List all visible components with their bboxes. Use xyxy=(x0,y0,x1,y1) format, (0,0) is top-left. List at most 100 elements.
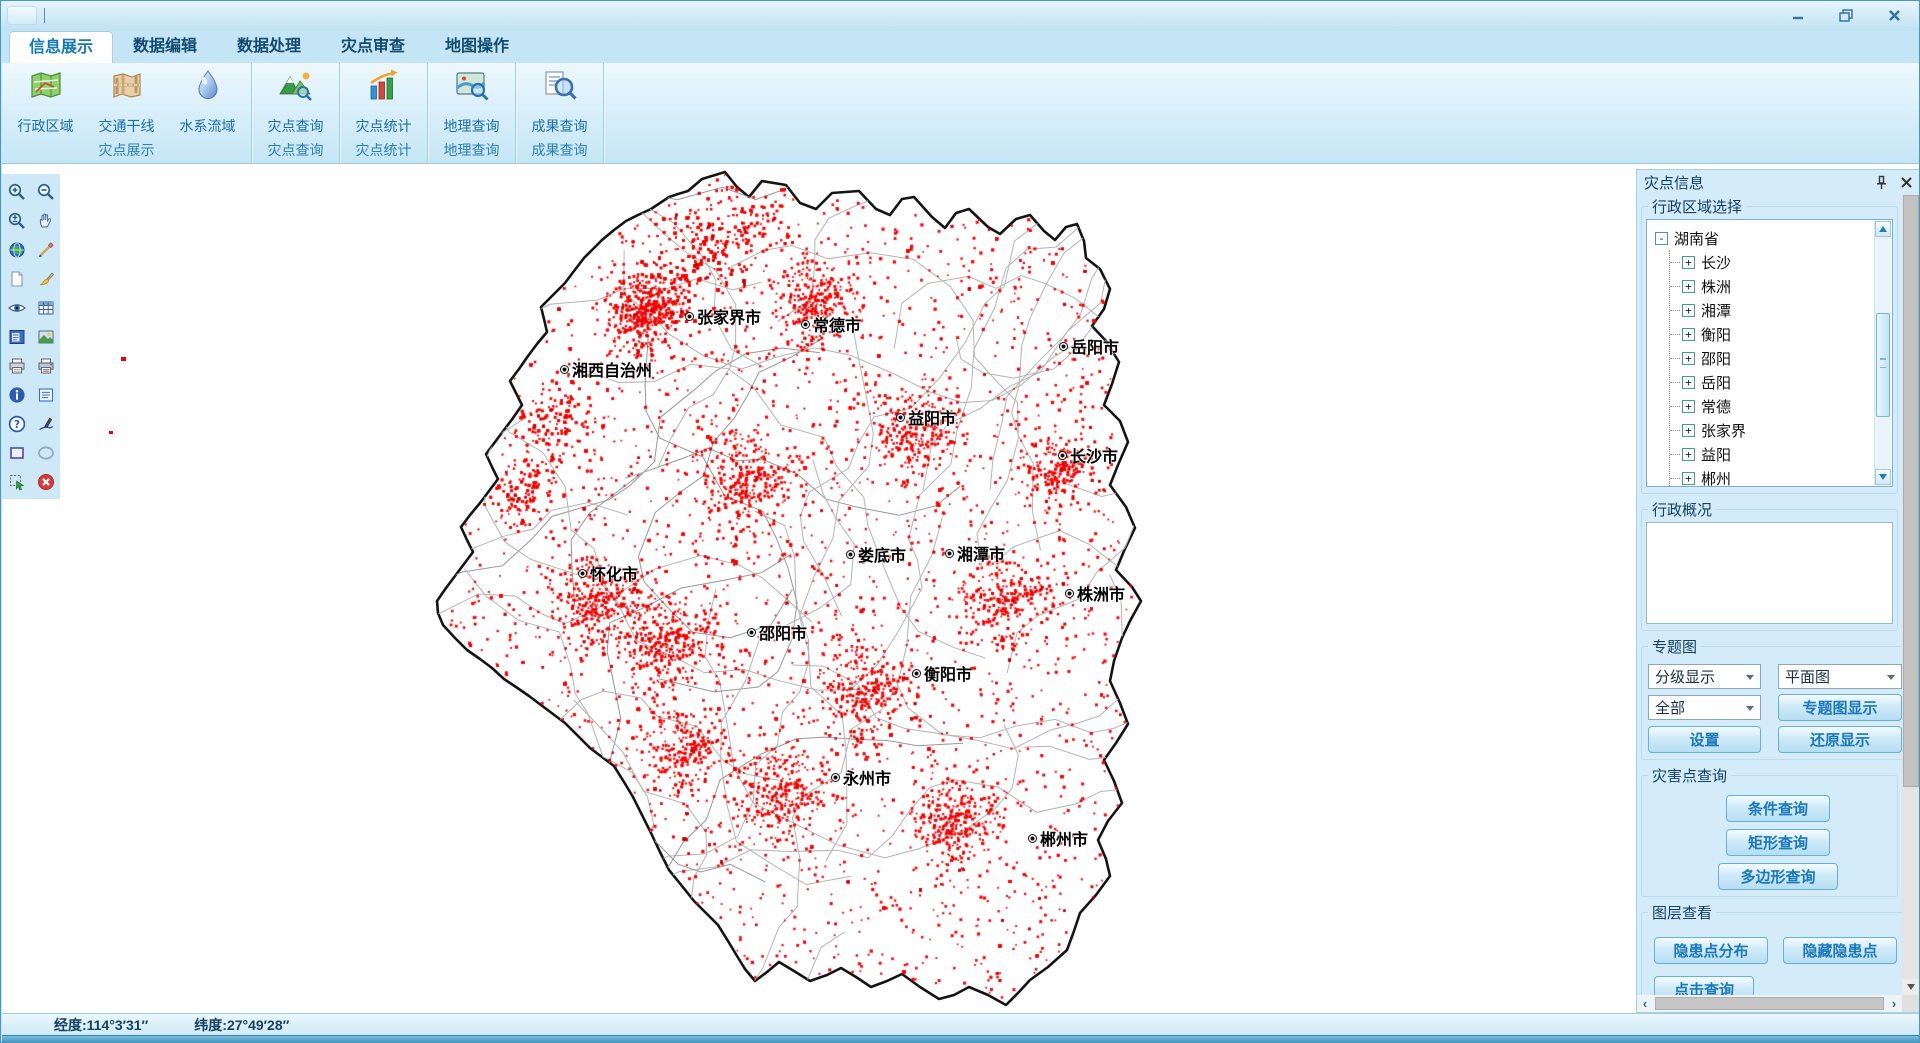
overview-textarea[interactable] xyxy=(1646,522,1893,624)
map-canvas[interactable]: 张家界市常德市岳阳市湘西自治州益阳市长沙市娄底市湘潭市怀化市株洲市邵阳市衡阳市永… xyxy=(432,169,1147,1011)
scroll-down-button[interactable] xyxy=(1902,979,1920,995)
expand-icon[interactable]: + xyxy=(1682,424,1695,437)
preview-eye-button[interactable] xyxy=(2,293,31,322)
zoom-out-button[interactable] xyxy=(31,177,60,206)
traffic-line-button[interactable]: 交通干线 xyxy=(86,63,167,139)
attribute-table-button[interactable] xyxy=(31,293,60,322)
expand-icon[interactable]: + xyxy=(1682,472,1695,485)
clear-brush-button[interactable] xyxy=(31,264,60,293)
condition-query-button[interactable]: 条件查询 xyxy=(1726,795,1830,822)
tree-node-city[interactable]: +益阳 xyxy=(1670,442,1888,466)
scroll-thumb[interactable] xyxy=(1903,195,1919,787)
tab-data-process[interactable]: 数据处理 xyxy=(217,31,321,63)
expand-icon[interactable]: + xyxy=(1682,304,1695,317)
close-toolbar-button[interactable] xyxy=(31,467,60,496)
overview-groupbox: 行政概况 xyxy=(1641,499,1898,631)
blank-page-button[interactable] xyxy=(2,264,31,293)
tree-node-city[interactable]: + 株洲 xyxy=(1670,274,1888,298)
expand-icon[interactable]: + xyxy=(1682,328,1695,341)
thematic-show-button[interactable]: 专题图显示 xyxy=(1778,694,1902,721)
tab-data-edit[interactable]: 数据编辑 xyxy=(113,31,217,63)
city-marker-icon xyxy=(831,773,840,782)
expand-icon[interactable]: + xyxy=(1682,256,1695,269)
tab-disaster-review[interactable]: 灾点审查 xyxy=(321,31,425,63)
scroll-thumb[interactable] xyxy=(1876,313,1890,417)
expand-icon[interactable]: + xyxy=(1682,448,1695,461)
collapse-icon[interactable]: - xyxy=(1655,232,1668,245)
city-name: 湘潭市 xyxy=(957,541,1005,565)
tree-node-root[interactable]: -湖南省 xyxy=(1655,226,1888,250)
admin-region-button[interactable]: 行政区域 xyxy=(5,63,86,139)
ribbon-group-caption: 灾点展示 xyxy=(5,141,248,163)
rectangle-query-button[interactable]: 矩形查询 xyxy=(1726,829,1830,856)
ribbon-group-caption: 灾点查询 xyxy=(255,141,336,163)
pin-icon[interactable] xyxy=(1874,175,1889,190)
expand-icon[interactable]: + xyxy=(1682,280,1695,293)
tree-node-city[interactable]: +长沙 xyxy=(1670,250,1888,274)
category-select[interactable]: 全部 xyxy=(1648,695,1761,720)
zoom-extent-button[interactable] xyxy=(2,206,31,235)
print-button[interactable] xyxy=(2,351,31,380)
hide-hazard-button[interactable]: 隐藏隐患点 xyxy=(1783,937,1897,964)
polygon-query-button[interactable]: 多边形查询 xyxy=(1718,863,1838,890)
close-button[interactable] xyxy=(1877,4,1911,26)
panel-horizontal-scrollbar[interactable]: ‹ › xyxy=(1637,995,1902,1012)
tree-scrollbar[interactable] xyxy=(1874,221,1891,485)
tree-connector xyxy=(1670,478,1680,479)
region-tree-box: -湖南省+长沙+株洲+湘潭+衡阳+邵阳+岳阳+常德+张家界+益阳+郴州 xyxy=(1646,219,1893,487)
expand-icon[interactable]: + xyxy=(1682,400,1695,413)
tab-info-display[interactable]: 信息展示 xyxy=(9,31,113,63)
print-color-button[interactable] xyxy=(31,351,60,380)
tree-node-label: 株洲 xyxy=(1701,276,1731,297)
city-marker-icon xyxy=(846,550,855,559)
scroll-right-button[interactable]: › xyxy=(1886,996,1902,1011)
geo-query-button[interactable]: 地理查询 xyxy=(431,63,512,139)
map-image-button[interactable] xyxy=(31,322,60,351)
minimize-button[interactable] xyxy=(1781,4,1815,26)
scroll-thumb[interactable] xyxy=(1655,997,1884,1010)
map-area: ? 张家界市常德市岳阳市湘西自治州益阳市长沙市娄底市湘潭市怀化市株洲市邵阳市衡阳… xyxy=(2,164,1920,1013)
scroll-up-button[interactable] xyxy=(1875,221,1891,237)
hazard-distribution-button[interactable]: 隐患点分布 xyxy=(1654,937,1768,964)
expand-icon[interactable]: + xyxy=(1682,376,1695,389)
city-label: 益阳市 xyxy=(896,405,956,429)
select-feature-button[interactable] xyxy=(2,467,31,496)
water-system-button[interactable]: 水系流域 xyxy=(167,63,248,139)
pan-hand-button[interactable] xyxy=(31,206,60,235)
restore-display-button[interactable]: 还原显示 xyxy=(1778,726,1902,753)
expand-icon[interactable]: + xyxy=(1682,352,1695,365)
tree-node-city[interactable]: +岳阳 xyxy=(1670,370,1888,394)
result-query-button[interactable]: 成果查询 xyxy=(519,63,600,139)
measure-line-button[interactable] xyxy=(31,235,60,264)
disaster-query-button[interactable]: 灾点查询 xyxy=(255,63,336,139)
disaster-stats-button[interactable]: 灾点统计 xyxy=(343,63,424,139)
quick-access-button[interactable] xyxy=(7,6,37,25)
zoom-in-button[interactable] xyxy=(2,177,31,206)
sketch-pen-button[interactable] xyxy=(31,409,60,438)
ribbon-group-geo-query: 地理查询 地理查询 xyxy=(428,63,516,163)
select-rectangle-button[interactable] xyxy=(2,438,31,467)
tree-node-city[interactable]: +张家界 xyxy=(1670,418,1888,442)
tree-node-city[interactable]: +湘潭 xyxy=(1670,298,1888,322)
map-type-select[interactable]: 平面图 xyxy=(1778,664,1902,689)
settings-button[interactable]: 设置 xyxy=(1648,726,1761,753)
help-button[interactable]: ? xyxy=(2,409,31,438)
select-ellipse-button[interactable] xyxy=(31,438,60,467)
tree-node-city[interactable]: +郴州 xyxy=(1670,466,1888,487)
restore-button[interactable] xyxy=(1829,4,1863,26)
full-extent-globe-button[interactable] xyxy=(2,235,31,264)
document-list-button[interactable] xyxy=(31,380,60,409)
scroll-down-button[interactable] xyxy=(1875,469,1891,485)
tree-node-city[interactable]: +邵阳 xyxy=(1670,346,1888,370)
display-mode-select[interactable]: 分级显示 xyxy=(1648,664,1761,689)
panel-vertical-scrollbar[interactable] xyxy=(1902,195,1920,995)
tree-node-city[interactable]: +衡阳 xyxy=(1670,322,1888,346)
scroll-left-button[interactable]: ‹ xyxy=(1637,996,1653,1011)
city-name: 衡阳市 xyxy=(924,661,972,685)
click-query-button[interactable]: 点击查询 xyxy=(1654,976,1754,995)
identify-info-button[interactable] xyxy=(2,380,31,409)
tree-node-city[interactable]: +常德 xyxy=(1670,394,1888,418)
tab-map-operation[interactable]: 地图操作 xyxy=(425,31,529,63)
panel-close-icon[interactable] xyxy=(1900,176,1913,189)
layer-window-button[interactable] xyxy=(2,322,31,351)
